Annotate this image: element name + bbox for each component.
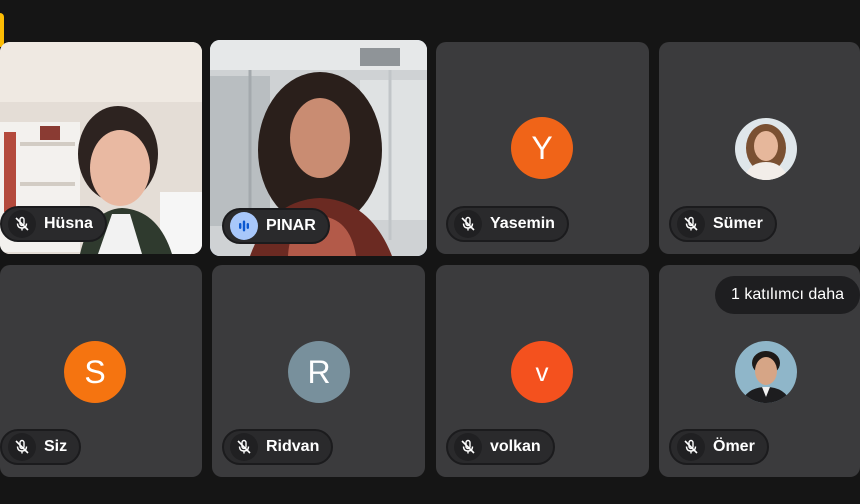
avatar [735, 118, 797, 180]
name-chip: Ömer [669, 429, 769, 465]
participant-tile-yasemin[interactable]: Y Yasemin [436, 42, 649, 254]
name-chip: Hüsna [0, 206, 107, 242]
participant-name: volkan [490, 438, 541, 455]
participant-name: Ömer [713, 438, 755, 455]
mic-off-icon [230, 433, 258, 461]
avatar [735, 341, 797, 403]
mic-off-icon [677, 210, 705, 238]
mic-off-icon [8, 433, 36, 461]
participant-tile-ridvan[interactable]: R Ridvan [212, 265, 425, 477]
participant-name: Yasemin [490, 215, 555, 232]
mic-off-icon [454, 210, 482, 238]
name-chip: volkan [446, 429, 555, 465]
avatar: S [64, 341, 126, 403]
name-chip: Sümer [669, 206, 777, 242]
name-chip: PINAR [222, 208, 330, 244]
mic-off-icon [677, 433, 705, 461]
audio-level-icon [230, 212, 258, 240]
participant-name: PINAR [266, 217, 316, 234]
mic-off-icon [8, 210, 36, 238]
mic-off-icon [454, 433, 482, 461]
participant-name: Sümer [713, 215, 763, 232]
avatar: v [511, 341, 573, 403]
name-chip: Siz [0, 429, 82, 465]
participant-tile-husna[interactable]: Hüsna [0, 42, 202, 254]
name-chip: Ridvan [222, 429, 334, 465]
participant-name: Hüsna [44, 215, 93, 232]
participant-tile-siz[interactable]: S Siz [0, 265, 202, 477]
avatar: R [288, 341, 350, 403]
name-chip: Yasemin [446, 206, 569, 242]
participant-name: Siz [44, 438, 68, 455]
participant-tile-sumer[interactable]: Sümer [659, 42, 860, 254]
more-participants-badge[interactable]: 1 katılımcı daha [715, 276, 860, 314]
participant-tile-volkan[interactable]: v volkan [436, 265, 649, 477]
avatar: Y [511, 117, 573, 179]
participant-name: Ridvan [266, 438, 320, 455]
participant-tile-pinar[interactable]: PINAR [210, 40, 427, 256]
